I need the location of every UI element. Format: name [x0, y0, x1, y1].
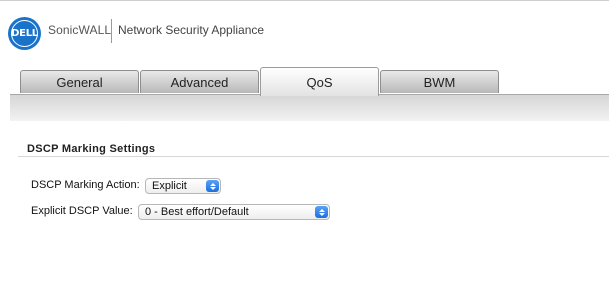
dscp-action-label: DSCP Marking Action:: [31, 179, 140, 191]
chevron-updown-icon: [206, 180, 219, 192]
brand-name: SonicWALL: [48, 23, 112, 37]
chevron-updown-icon: [315, 206, 328, 218]
dscp-value-label: Explicit DSCP Value:: [31, 205, 133, 217]
tab-advanced[interactable]: Advanced: [140, 70, 259, 93]
tab-qos[interactable]: QoS: [260, 67, 379, 96]
dell-logo: DELL: [8, 17, 41, 50]
page: DELL SonicWALL Network Security Applianc…: [0, 0, 609, 285]
section-title: DSCP Marking Settings: [27, 143, 156, 155]
tab-general[interactable]: General: [20, 70, 139, 93]
dscp-value-value: 0 - Best effort/Default: [145, 206, 249, 218]
tab-content-bar: [10, 94, 609, 121]
dell-logo-text: DELL: [11, 28, 38, 39]
section-divider: [18, 156, 609, 157]
dscp-action-select[interactable]: Explicit: [145, 178, 221, 194]
dscp-action-value: Explicit: [152, 180, 187, 192]
header: DELL SonicWALL Network Security Applianc…: [0, 0, 609, 60]
header-divider: [111, 19, 112, 43]
tab-bwm[interactable]: BWM: [380, 70, 499, 93]
dscp-value-select[interactable]: 0 - Best effort/Default: [138, 204, 330, 220]
product-name: Network Security Appliance: [118, 23, 265, 37]
